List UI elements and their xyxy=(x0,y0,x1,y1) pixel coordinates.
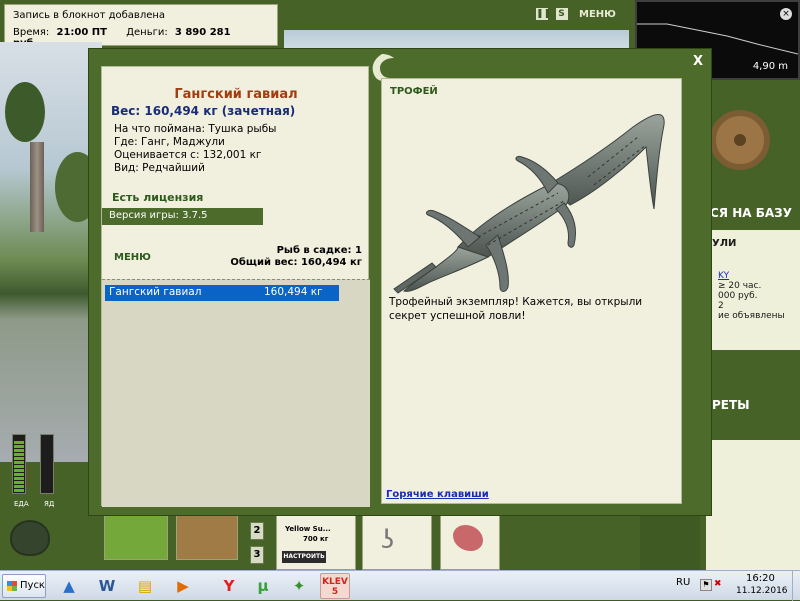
poison-label: ЯД xyxy=(44,500,55,508)
taskbar-app-media[interactable]: ▶ xyxy=(168,573,198,599)
depth-value: 4,90 m xyxy=(752,61,788,72)
taskbar-app-word[interactable]: W xyxy=(92,573,122,599)
tree-shape xyxy=(5,82,45,142)
slot-2-button[interactable]: 2 xyxy=(250,522,264,540)
taskbar-app-klev[interactable]: KLEV 5 xyxy=(320,573,350,599)
hotkeys-link[interactable]: Горячие клавиши xyxy=(386,489,489,500)
tackle-name: Yellow Su... xyxy=(285,525,331,533)
taskbar-app-utorrent[interactable]: μ xyxy=(248,573,278,599)
info-line: 2 xyxy=(718,301,724,311)
trophy-message: Трофейный экземпляр! Кажется, вы открыли… xyxy=(389,296,643,323)
catch-list: Гангский гавиал 160,494 кг xyxy=(102,279,370,507)
taskbar-app-yandex[interactable]: Y xyxy=(214,573,244,599)
license-status: Есть лицензия xyxy=(112,191,204,204)
bait-item-slot[interactable] xyxy=(440,514,500,570)
ship-wheel-icon[interactable] xyxy=(710,110,770,170)
taskbar-app-explorer[interactable]: ▤ xyxy=(130,573,160,599)
folder-icon: ▤ xyxy=(137,577,153,595)
notification-panel: Запись в блокнот добавлена Время: 21:00 … xyxy=(4,4,278,49)
start-label: Пуск xyxy=(20,580,45,591)
keepnet-total-weight: Общий вес: 160,494 кг xyxy=(230,257,362,268)
trophy-card: ТРОФЕЙ Трофейный экземпляр! Кажется, вы … xyxy=(381,78,682,504)
menu-link[interactable]: МЕНЮ xyxy=(114,252,151,263)
catch-list-item[interactable]: Гангский гавиал 160,494 кг xyxy=(105,285,339,301)
media-player-icon: ▶ xyxy=(177,577,189,595)
yandex-browser-icon: Y xyxy=(223,577,235,595)
start-button[interactable]: Пуск xyxy=(2,574,46,598)
word-icon: W xyxy=(98,577,116,595)
fish-info-card: Гангский гавиал Вес: 160,494 кг (зачетна… xyxy=(101,66,370,507)
meat-bait-icon xyxy=(453,525,483,551)
utorrent-icon: μ xyxy=(257,577,269,595)
menu-button[interactable]: МЕНЮ xyxy=(579,9,616,20)
secrets-button[interactable]: РЕТЫ xyxy=(712,398,750,412)
game-version: Версия игры: 3.7.5 xyxy=(102,208,263,225)
windows-logo-icon xyxy=(7,581,17,591)
rarity: Вид: Редчайший xyxy=(114,162,205,174)
taskbar-app-triangle[interactable]: ▲ xyxy=(54,573,84,599)
action-center-flag-icon[interactable]: ⚑ xyxy=(700,579,712,591)
time-value: 21:00 ПТ xyxy=(56,27,107,38)
close-dialog-button[interactable]: X xyxy=(690,54,706,70)
network-disconnected-icon[interactable]: ✖ xyxy=(714,579,728,591)
tower-shape xyxy=(30,142,44,232)
hook-slot[interactable]: ʖ xyxy=(362,514,432,570)
slot-3-button[interactable]: 3 xyxy=(250,546,264,564)
taskbar-app-butterfly[interactable]: ✦ xyxy=(284,573,314,599)
poison-gauge xyxy=(40,434,54,494)
pause-icon[interactable]: ❚❚ xyxy=(536,8,551,20)
bait-slot[interactable] xyxy=(104,514,168,560)
cauldron-icon[interactable] xyxy=(10,520,50,556)
info-card xyxy=(706,440,800,570)
hook-icon: ʖ xyxy=(381,525,395,555)
divider xyxy=(102,279,370,280)
top-controls: ❚❚ S МЕНЮ xyxy=(536,7,632,25)
location-photo xyxy=(0,42,102,462)
time-label: Время: xyxy=(13,27,50,38)
info-line: 000 руб. xyxy=(718,291,758,301)
clock-date[interactable]: 11.12.2016 xyxy=(736,586,788,596)
close-icon[interactable]: × xyxy=(780,8,792,20)
gauges: ЕДА ЯД xyxy=(8,430,58,510)
klev-game-icon: KLEV 5 xyxy=(322,577,348,597)
windows-taskbar: Пуск ▲ W ▤ ▶ Y μ ✦ KLEV 5 RU ⚑ ✖ 16:20 1… xyxy=(0,570,800,601)
butterfly-icon: ✦ xyxy=(292,577,306,595)
food-gauge xyxy=(12,434,26,494)
info-line: ≥ 20 час. xyxy=(718,281,762,291)
language-indicator[interactable]: RU xyxy=(676,577,690,588)
fish-weight: Вес: 160,494 кг (зачетная) xyxy=(111,104,296,118)
fish-name: Гангский гавиал xyxy=(174,87,298,102)
info-card: УЛИ KY ≥ 20 час. 000 руб. 2 ие объявлены xyxy=(706,230,800,350)
show-desktop-button[interactable] xyxy=(792,571,800,601)
min-scored-weight: Оценивается с: 132,001 кг xyxy=(114,149,262,161)
configure-button[interactable]: НАСТРОИТЬ xyxy=(282,551,326,563)
trophy-title: ТРОФЕЙ xyxy=(390,86,438,97)
triangle-app-icon: ▲ xyxy=(63,577,75,595)
clock-time[interactable]: 16:20 xyxy=(746,573,775,584)
gharial-trophy-image xyxy=(393,114,665,294)
s-button[interactable]: S xyxy=(555,8,568,20)
tackle-weight: 700 кг xyxy=(303,535,329,543)
info-line: УЛИ xyxy=(712,238,737,249)
info-line: ие объявлены xyxy=(718,311,785,321)
keepnet-count: Рыб в садке: 1 xyxy=(276,245,362,256)
catch-fish-weight: 160,494 кг xyxy=(264,286,323,298)
money-label: Деньги: xyxy=(126,27,168,38)
notification-title: Запись в блокнот добавлена xyxy=(13,10,166,21)
info-link[interactable]: KY xyxy=(706,249,800,281)
to-base-button[interactable]: СЯ НА БАЗУ xyxy=(710,206,792,220)
catch-fish-name: Гангский гавиал xyxy=(109,286,202,298)
catch-location: Где: Ганг, Маджули xyxy=(114,136,225,148)
bait-used: На что поймана: Тушка рыбы xyxy=(114,123,277,135)
food-label: ЕДА xyxy=(14,500,29,508)
bucket-slot[interactable] xyxy=(176,514,238,560)
